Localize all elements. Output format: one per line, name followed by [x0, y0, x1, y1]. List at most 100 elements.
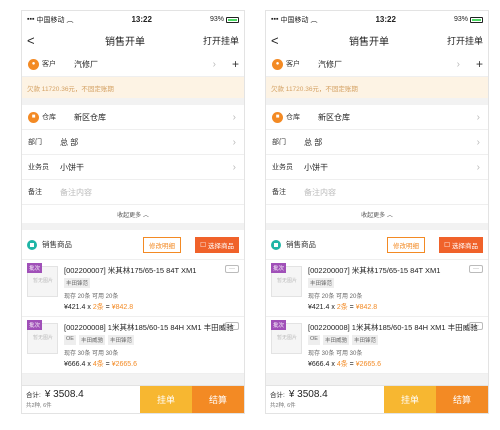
- divider: [22, 98, 244, 105]
- status-bar: ▪▪▪ 中国移动 ︵ 13:22 93%: [22, 11, 244, 28]
- list-item[interactable]: 批次 暂无图片 [002200008] 1米其林185/60-15 84H XM…: [22, 317, 244, 374]
- debt-notice: 欠款 11720.36元，不固定账期: [22, 77, 244, 98]
- warehouse-icon: ■: [28, 111, 39, 123]
- vehicle-badge: 丰田锋范: [351, 335, 378, 345]
- product-name: [002200007] 米其林175/65-15 84T XM1: [308, 266, 441, 275]
- total-summary: 合计: ¥ 3508.4 共2种, 6件: [22, 386, 140, 413]
- goods-header: 销售商品 修改明细 ☐ 选择商品: [266, 230, 488, 260]
- list-item[interactable]: 批次 暂无图片 [002200008] 1米其林185/60-15 84H XM…: [266, 317, 488, 374]
- checkout-button[interactable]: 结算: [192, 386, 244, 413]
- batch-tag: 批次: [271, 263, 287, 273]
- warehouse-label: 仓库: [42, 114, 56, 121]
- battery-indicator: 93%: [454, 16, 483, 23]
- batch-tag: 批次: [27, 320, 43, 330]
- warehouse-label: 仓库: [286, 114, 300, 121]
- stock-info: 现存 30条 可用 30条: [308, 351, 363, 357]
- batch-tag: 批次: [271, 320, 287, 330]
- department-row[interactable]: 部门 总 部 ›: [22, 130, 244, 155]
- price-line: ¥666.4 x 4条 = ¥2665.6: [64, 361, 138, 368]
- salesperson-value: 小饼干: [304, 162, 328, 172]
- debt-notice: 欠款 11720.36元，不固定账期: [266, 77, 488, 98]
- phone-screen-left: ▪▪▪ 中国移动 ︵ 13:22 93% < 销售开单 打开挂单 ● 客户 汽修…: [21, 10, 245, 414]
- more-options-icon[interactable]: ···: [469, 265, 483, 273]
- warehouse-row[interactable]: ■ 仓库 新区仓库 ›: [22, 105, 244, 130]
- total-amount: ¥ 3508.4: [44, 389, 84, 400]
- chevron-right-icon: ›: [232, 161, 236, 173]
- back-button[interactable]: <: [27, 34, 47, 47]
- department-label: 部门: [272, 139, 286, 146]
- hold-order-button[interactable]: 挂单: [140, 386, 192, 413]
- salesperson-row[interactable]: 业务员 小饼干 ›: [266, 155, 488, 180]
- goods-title: 销售商品: [42, 240, 72, 249]
- page-title: 销售开单: [104, 36, 145, 48]
- carrier: ▪▪▪ 中国移动 ︵: [27, 16, 74, 24]
- battery-icon: [226, 16, 239, 23]
- chevron-right-icon: ›: [232, 136, 236, 148]
- divider: [266, 223, 488, 230]
- select-goods-button[interactable]: ☐ 选择商品: [439, 237, 483, 253]
- list-item[interactable]: 批次 暂无图片 [002200007] 米其林175/65-15 84T XM1…: [22, 260, 244, 317]
- remark-row[interactable]: 备注 备注内容: [22, 180, 244, 205]
- clock: 13:22: [131, 15, 152, 24]
- price-line: ¥666.4 x 4条 = ¥2665.6: [308, 361, 382, 368]
- phone-screen-right: ▪▪▪ 中国移动 ︵ 13:22 93% < 销售开单 打开挂单 ● 客户 汽修…: [265, 10, 489, 414]
- collapse-more-button[interactable]: 收起更多 ︿: [22, 205, 244, 223]
- edit-details-button[interactable]: 修改明细: [143, 237, 181, 253]
- divider: [22, 223, 244, 230]
- add-customer-icon[interactable]: +: [232, 57, 239, 71]
- vehicle-badge: 丰田威驰: [78, 335, 105, 345]
- vehicle-badge: 丰田锋范: [107, 335, 134, 345]
- oe-badge: OE: [308, 335, 320, 345]
- oe-badge: OE: [64, 335, 76, 345]
- warehouse-row[interactable]: ■ 仓库 新区仓库 ›: [266, 105, 488, 130]
- chevron-right-icon: ›: [476, 161, 480, 173]
- back-button[interactable]: <: [271, 34, 291, 47]
- battery-indicator: 93%: [210, 16, 239, 23]
- carrier: ▪▪▪ 中国移动 ︵: [271, 16, 318, 24]
- remark-input[interactable]: 备注内容: [304, 187, 336, 198]
- goods-icon: [271, 239, 281, 250]
- stock-info: 现存 20条 可用 20条: [308, 294, 363, 300]
- image-placeholder: 暂无图片: [277, 278, 298, 284]
- vehicle-badge: 丰田锋范: [64, 278, 91, 288]
- vehicle-badge: 丰田威驰: [322, 335, 349, 345]
- hold-order-button[interactable]: 挂单: [384, 386, 436, 413]
- product-image: 批次 暂无图片: [27, 263, 58, 297]
- remark-label: 备注: [272, 189, 286, 196]
- chevron-right-icon: ›: [476, 111, 480, 123]
- customer-row[interactable]: ● 客户 汽修厂 › +: [22, 52, 244, 77]
- customer-row[interactable]: ● 客户 汽修厂 › +: [266, 52, 488, 77]
- remark-label: 备注: [28, 189, 42, 196]
- chevron-right-icon: ›: [456, 58, 460, 70]
- open-hold-order-button[interactable]: 打开挂单: [203, 34, 239, 47]
- collapse-more-button[interactable]: 收起更多 ︿: [266, 205, 488, 223]
- list-item[interactable]: 批次 暂无图片 [002200007] 米其林175/65-15 84T XM1…: [266, 260, 488, 317]
- batch-tag: 批次: [27, 263, 43, 273]
- image-placeholder: 暂无图片: [33, 335, 54, 341]
- salesperson-row[interactable]: 业务员 小饼干 ›: [22, 155, 244, 180]
- warehouse-value: 新区仓库: [318, 112, 350, 122]
- more-options-icon[interactable]: ···: [225, 322, 239, 330]
- warehouse-value: 新区仓库: [74, 112, 106, 122]
- remark-row[interactable]: 备注 备注内容: [266, 180, 488, 205]
- bottom-bar: 合计: ¥ 3508.4 共2种, 6件 挂单 结算: [22, 385, 244, 413]
- battery-icon: [470, 16, 483, 23]
- stock-info: 现存 20条 可用 20条: [64, 294, 119, 300]
- edit-details-button[interactable]: 修改明细: [387, 237, 425, 253]
- total-amount: ¥ 3508.4: [288, 389, 328, 400]
- select-goods-button[interactable]: ☐ 选择商品: [195, 237, 239, 253]
- product-name: [002200008] 1米其林185/60-15 84H XM1 丰田威驰: [64, 323, 234, 332]
- bottom-bar: 合计: ¥ 3508.4 共2种, 6件 挂单 结算: [266, 385, 488, 413]
- checkout-button[interactable]: 结算: [436, 386, 488, 413]
- remark-input[interactable]: 备注内容: [60, 187, 92, 198]
- more-options-icon[interactable]: ···: [469, 322, 483, 330]
- customer-label: 客户: [42, 61, 56, 68]
- open-hold-order-button[interactable]: 打开挂单: [447, 34, 483, 47]
- department-row[interactable]: 部门 总 部 ›: [266, 130, 488, 155]
- vehicle-badge: 丰田锋范: [308, 278, 335, 288]
- chevron-right-icon: ›: [212, 58, 216, 70]
- more-options-icon[interactable]: ···: [225, 265, 239, 273]
- salesperson-label: 业务员: [28, 164, 49, 171]
- department-value: 总 部: [304, 137, 323, 147]
- add-customer-icon[interactable]: +: [476, 57, 483, 71]
